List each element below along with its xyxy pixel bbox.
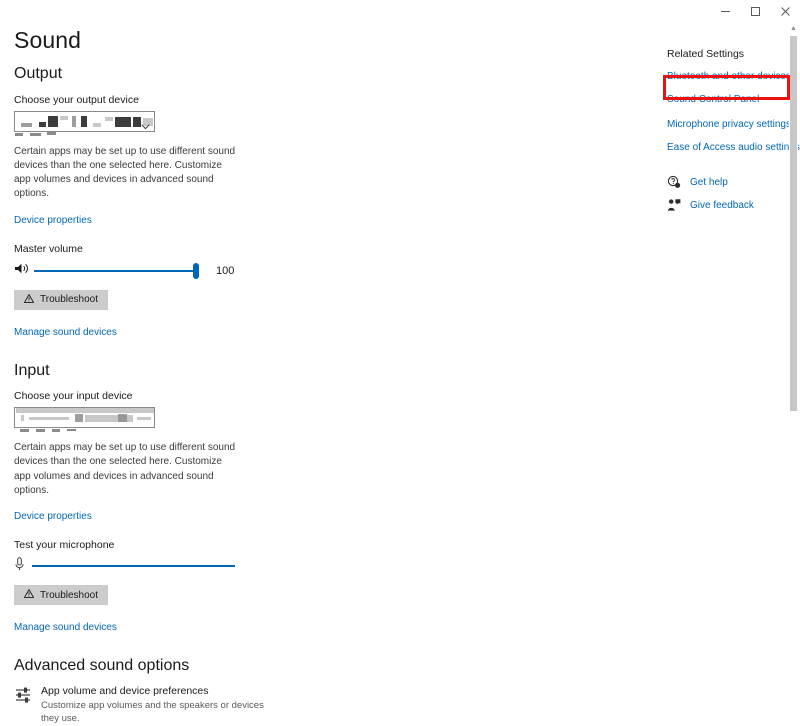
redaction-block bbox=[75, 414, 83, 423]
related-link-sound-control-panel[interactable]: Sound Control Panel bbox=[667, 94, 787, 105]
input-troubleshoot-label: Troubleshoot bbox=[40, 589, 98, 601]
sliders-icon bbox=[14, 686, 32, 704]
redaction-block bbox=[93, 122, 101, 127]
redaction-block bbox=[105, 116, 113, 121]
input-redaction-fragments bbox=[14, 428, 314, 434]
output-device-properties-link[interactable]: Device properties bbox=[14, 215, 92, 226]
settings-main-column: Sound Output Choose your output device C… bbox=[14, 27, 314, 726]
redaction-block bbox=[21, 122, 32, 127]
redaction-block bbox=[39, 121, 46, 127]
output-device-select[interactable] bbox=[14, 110, 155, 132]
get-help-icon bbox=[667, 175, 681, 189]
microphone-level-row bbox=[14, 556, 254, 576]
input-device-select[interactable] bbox=[14, 407, 155, 429]
input-troubleshoot-button[interactable]: Troubleshoot bbox=[14, 585, 108, 606]
master-volume-slider[interactable] bbox=[34, 262, 199, 279]
warning-triangle-icon bbox=[23, 588, 35, 601]
redaction-block bbox=[81, 115, 87, 127]
redaction-block bbox=[118, 414, 127, 423]
slider-thumb[interactable] bbox=[193, 262, 199, 279]
output-troubleshoot-button[interactable]: Troubleshoot bbox=[14, 289, 108, 310]
output-troubleshoot-label: Troubleshoot bbox=[40, 294, 98, 306]
sound-settings-window: Sound Output Choose your output device C… bbox=[0, 0, 800, 724]
chevron-down-icon bbox=[141, 117, 150, 131]
output-section-heading: Output bbox=[14, 65, 63, 83]
input-section-heading: Input bbox=[14, 361, 50, 379]
scrollbar-thumb[interactable] bbox=[790, 36, 797, 411]
get-help-item[interactable]: Get help bbox=[667, 175, 787, 189]
output-redaction-fragments bbox=[14, 131, 314, 138]
vertical-scrollbar[interactable]: ▲ bbox=[789, 22, 798, 518]
app-volume-text-group: App volume and device preferences Custom… bbox=[41, 685, 264, 725]
minimize-button[interactable] bbox=[710, 0, 740, 22]
output-manage-sound-devices-link[interactable]: Manage sound devices bbox=[14, 327, 117, 338]
get-help-label: Get help bbox=[690, 176, 728, 188]
input-note: Certain apps may be set up to use differ… bbox=[14, 442, 236, 496]
output-note: Certain apps may be set up to use differ… bbox=[14, 145, 236, 200]
redaction-block bbox=[137, 417, 151, 421]
related-settings-panel: Related Settings Bluetooth and other dev… bbox=[667, 48, 800, 221]
speaker-icon bbox=[14, 262, 32, 280]
microphone-level-meter bbox=[32, 565, 235, 568]
input-manage-sound-devices-link[interactable]: Manage sound devices bbox=[14, 622, 117, 633]
master-volume-label: Master volume bbox=[14, 242, 83, 255]
redaction-block bbox=[16, 408, 154, 414]
redaction-block bbox=[48, 115, 58, 127]
give-feedback-label: Give feedback bbox=[690, 199, 754, 211]
master-volume-slider-row: 100 bbox=[14, 260, 254, 282]
related-settings-heading: Related Settings bbox=[667, 48, 745, 60]
related-link-bluetooth-and-other-devices[interactable]: Bluetooth and other devices bbox=[667, 71, 791, 82]
redaction-block bbox=[115, 116, 131, 127]
redaction-block bbox=[72, 115, 76, 127]
close-button[interactable] bbox=[770, 0, 800, 22]
app-volume-title: App volume and device preferences bbox=[41, 685, 209, 698]
related-link-ease-of-access-audio-settings[interactable]: Ease of Access audio settings bbox=[667, 142, 800, 153]
test-microphone-label: Test your microphone bbox=[14, 538, 115, 551]
scroll-up-arrow-icon[interactable]: ▲ bbox=[789, 24, 798, 34]
microphone-icon bbox=[14, 556, 32, 576]
warning-triangle-icon bbox=[23, 293, 35, 306]
related-link-microphone-privacy-settings[interactable]: Microphone privacy settings bbox=[667, 119, 791, 130]
input-device-properties-link[interactable]: Device properties bbox=[14, 511, 92, 522]
title-bar bbox=[0, 0, 800, 22]
page-title: Sound bbox=[14, 27, 82, 53]
input-device-label: Choose your input device bbox=[14, 390, 133, 403]
app-volume-and-device-preferences-item[interactable]: App volume and device preferences Custom… bbox=[14, 685, 264, 725]
output-device-label: Choose your output device bbox=[14, 93, 139, 106]
app-volume-description: Customize app volumes and the speakers o… bbox=[41, 700, 264, 724]
advanced-section-heading: Advanced sound options bbox=[14, 657, 190, 675]
maximize-button[interactable] bbox=[740, 0, 770, 22]
redaction-block bbox=[29, 417, 69, 421]
settings-content: Sound Output Choose your output device C… bbox=[0, 22, 800, 724]
give-feedback-icon bbox=[667, 198, 681, 212]
give-feedback-item[interactable]: Give feedback bbox=[667, 198, 787, 212]
master-volume-value: 100 bbox=[216, 264, 235, 277]
redaction-block bbox=[60, 115, 68, 120]
redaction-block bbox=[21, 415, 24, 422]
redaction-block bbox=[133, 116, 141, 127]
